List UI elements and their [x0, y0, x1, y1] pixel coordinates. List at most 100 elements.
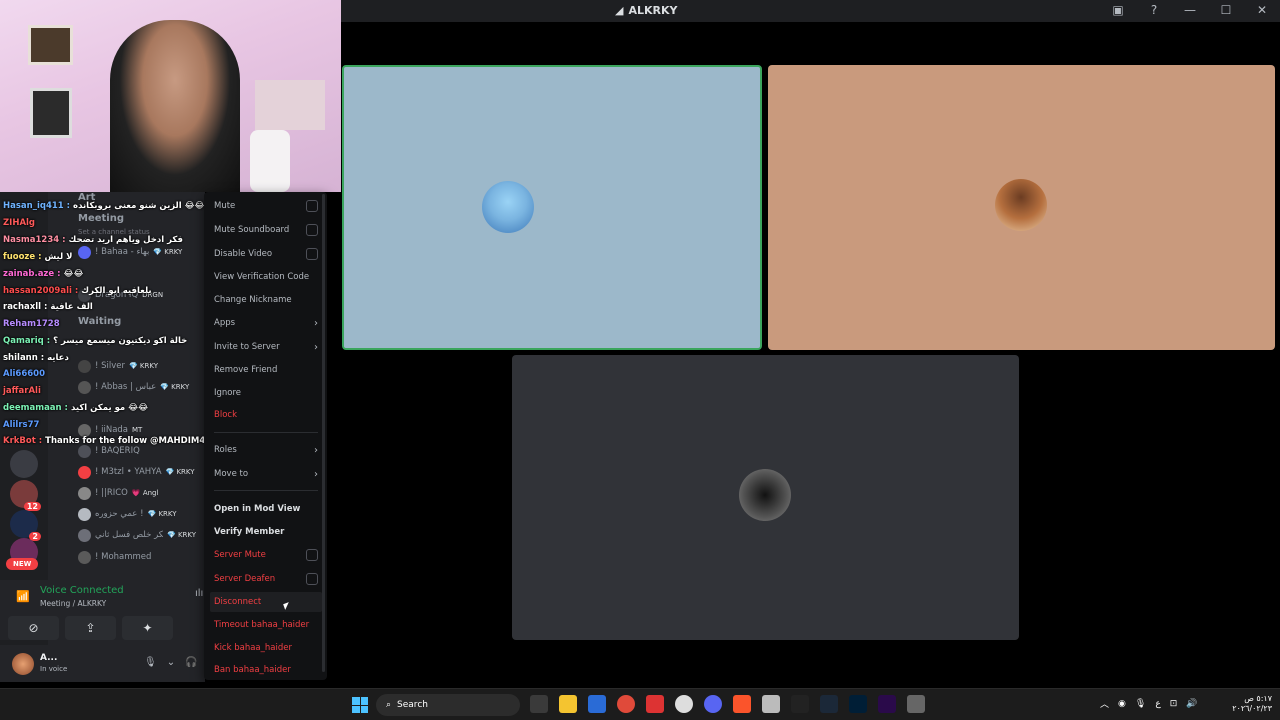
channel-art[interactable]: Art	[78, 192, 95, 203]
channel-meeting[interactable]: Meeting	[78, 213, 124, 224]
voice-member[interactable]: ! ||RICO 💗 Angl	[78, 484, 205, 502]
menu-item-ignore[interactable]: Ignore	[210, 383, 322, 403]
voice-member[interactable]: ! BAQERIQ	[78, 442, 205, 460]
discord-icon: ◢	[615, 4, 624, 17]
chevron-down-icon[interactable]: ⌄	[167, 657, 175, 668]
photoshop-icon[interactable]	[849, 695, 867, 713]
menu-item-server-deafen[interactable]: Server Deafen	[210, 569, 322, 589]
menu-scrollbar[interactable]	[322, 194, 325, 672]
clock[interactable]: ٥:١٧ ص ٢٠٢٦/٠٢/٢٣	[1228, 694, 1272, 714]
voice-location[interactable]: Meeting / ALKRKY	[40, 599, 106, 608]
language-indicator[interactable]: ع	[1155, 699, 1160, 709]
avatar	[78, 507, 91, 521]
username[interactable]: A...	[40, 653, 57, 663]
recorder-icon[interactable]	[646, 695, 664, 713]
menu-item-server-mute[interactable]: Server Mute	[210, 545, 322, 565]
volume-icon[interactable]: 🔊	[1186, 699, 1197, 709]
voice-member[interactable]: ! Silver 💎 KRKY	[78, 357, 205, 375]
noise-suppression-icon[interactable]: ılı	[195, 588, 203, 599]
voice-panel: 📶 Voice Connected Meeting / ALKRKY ılı ⊘…	[0, 580, 205, 640]
store-icon[interactable]	[588, 695, 606, 713]
notepad-icon[interactable]	[762, 695, 780, 713]
tray-app-icon[interactable]: ◉	[1118, 699, 1126, 709]
task-view-icon[interactable]	[530, 695, 548, 713]
close-button[interactable]: ✕	[1254, 3, 1270, 17]
server-icon[interactable]	[10, 450, 38, 478]
headphones-icon[interactable]: 🎧	[185, 657, 197, 668]
discord-app-icon[interactable]	[704, 695, 722, 713]
menu-item-open-in-mod-view[interactable]: Open in Mod View	[210, 499, 322, 519]
activities-button[interactable]: ✦	[122, 616, 173, 640]
voice-member[interactable]: عمي حزوره ! 💎 KRKY	[78, 505, 205, 523]
checkbox[interactable]	[306, 573, 318, 585]
participant-avatar	[482, 181, 534, 233]
steam-icon[interactable]	[820, 695, 838, 713]
maximize-button[interactable]: ☐	[1218, 3, 1234, 17]
server-icon[interactable]: 12	[10, 480, 41, 511]
voice-member[interactable]: ! Mohammed	[78, 548, 205, 566]
checkbox[interactable]	[306, 200, 318, 212]
checkbox[interactable]	[306, 549, 318, 561]
premiere-icon[interactable]	[878, 695, 896, 713]
menu-item-timeout[interactable]: Timeout bahaa_haider	[210, 615, 322, 635]
video-tile-speaking[interactable]	[342, 65, 762, 350]
menu-item-invite-to-server[interactable]: Invite to Server ›	[210, 337, 322, 357]
camera-off-button[interactable]: ⊘	[8, 616, 59, 640]
obs-icon[interactable]	[675, 695, 693, 713]
microphone-icon[interactable]: 🎙	[1135, 699, 1146, 709]
signal-icon[interactable]: 📶	[16, 590, 30, 603]
voice-status[interactable]: Voice Connected	[40, 585, 124, 596]
voice-member[interactable]: فكر خلص فسل ثاني !💎 KRKY	[78, 526, 205, 544]
video-tile[interactable]	[768, 65, 1275, 350]
menu-item-verify-member[interactable]: Verify Member	[210, 522, 322, 542]
avatar[interactable]	[12, 653, 34, 675]
voice-member[interactable]: ! Bahaa - بهاء 💎 KRKY	[78, 243, 205, 261]
menu-item-move-to[interactable]: Move to ›	[210, 464, 322, 484]
file-explorer-icon[interactable]	[559, 695, 577, 713]
help-icon[interactable]: ?	[1146, 3, 1162, 17]
menu-item-remove-friend[interactable]: Remove Friend	[210, 360, 322, 380]
menu-item-disable-video[interactable]: Disable Video	[210, 244, 322, 264]
menu-item-view-verification-code[interactable]: View Verification Code	[210, 267, 322, 287]
taskbar-search[interactable]: ⌕ Search	[376, 694, 520, 716]
voice-member[interactable]: ! Abbas | عباس 💎 KRKY	[78, 378, 205, 396]
checkbox[interactable]	[306, 248, 318, 260]
voice-member[interactable]: ! iiNada MT	[78, 421, 205, 439]
capcut-icon[interactable]	[791, 695, 809, 713]
checkbox[interactable]	[306, 224, 318, 236]
streamer	[110, 20, 240, 192]
avatar	[78, 444, 91, 458]
channel-status[interactable]: Set a channel status	[78, 228, 150, 236]
menu-item-disconnect[interactable]: Disconnect	[210, 592, 322, 612]
video-tile[interactable]	[512, 355, 1019, 640]
wall-frame	[28, 25, 73, 65]
minimize-button[interactable]: —	[1182, 3, 1198, 17]
voice-member[interactable]: Dragon IQ DRGN	[78, 286, 205, 304]
menu-item-apps[interactable]: Apps ›	[210, 313, 322, 333]
menu-item-mute[interactable]: Mute	[210, 196, 322, 216]
server-icon[interactable]: 2	[10, 510, 41, 541]
menu-item-ban[interactable]: Ban bahaa_haider	[210, 660, 322, 680]
chevron-right-icon: ›	[314, 317, 318, 329]
chrome-icon[interactable]	[617, 695, 635, 713]
window-controls: ▣ ? — ☐ ✕	[1110, 3, 1270, 17]
microphone-icon[interactable]: 🎙	[144, 657, 157, 668]
start-button[interactable]	[352, 697, 368, 713]
menu-item-kick[interactable]: Kick bahaa_haider	[210, 638, 322, 658]
menu-item-block[interactable]: Block	[210, 405, 322, 425]
menu-item-roles[interactable]: Roles ›	[210, 440, 322, 460]
menu-item-change-nickname[interactable]: Change Nickname	[210, 290, 322, 310]
chevron-up-icon[interactable]: ︿	[1100, 697, 1109, 710]
channel-waiting[interactable]: Waiting	[78, 316, 121, 327]
menu-item-mute-soundboard[interactable]: Mute Soundboard	[210, 220, 322, 240]
voice-member[interactable]: ! M3tzl • YAHYA 💎 KRKY	[78, 463, 205, 481]
screen-share-button[interactable]: ⇪	[65, 616, 116, 640]
chevron-right-icon: ›	[314, 341, 318, 353]
inbox-icon[interactable]: ▣	[1110, 3, 1126, 17]
network-icon[interactable]: ⊡	[1170, 699, 1178, 709]
app-icon[interactable]	[907, 695, 925, 713]
avatar	[78, 359, 91, 373]
brave-icon[interactable]	[733, 695, 751, 713]
video-stage	[340, 22, 1280, 682]
user-status: In voice	[40, 665, 68, 673]
